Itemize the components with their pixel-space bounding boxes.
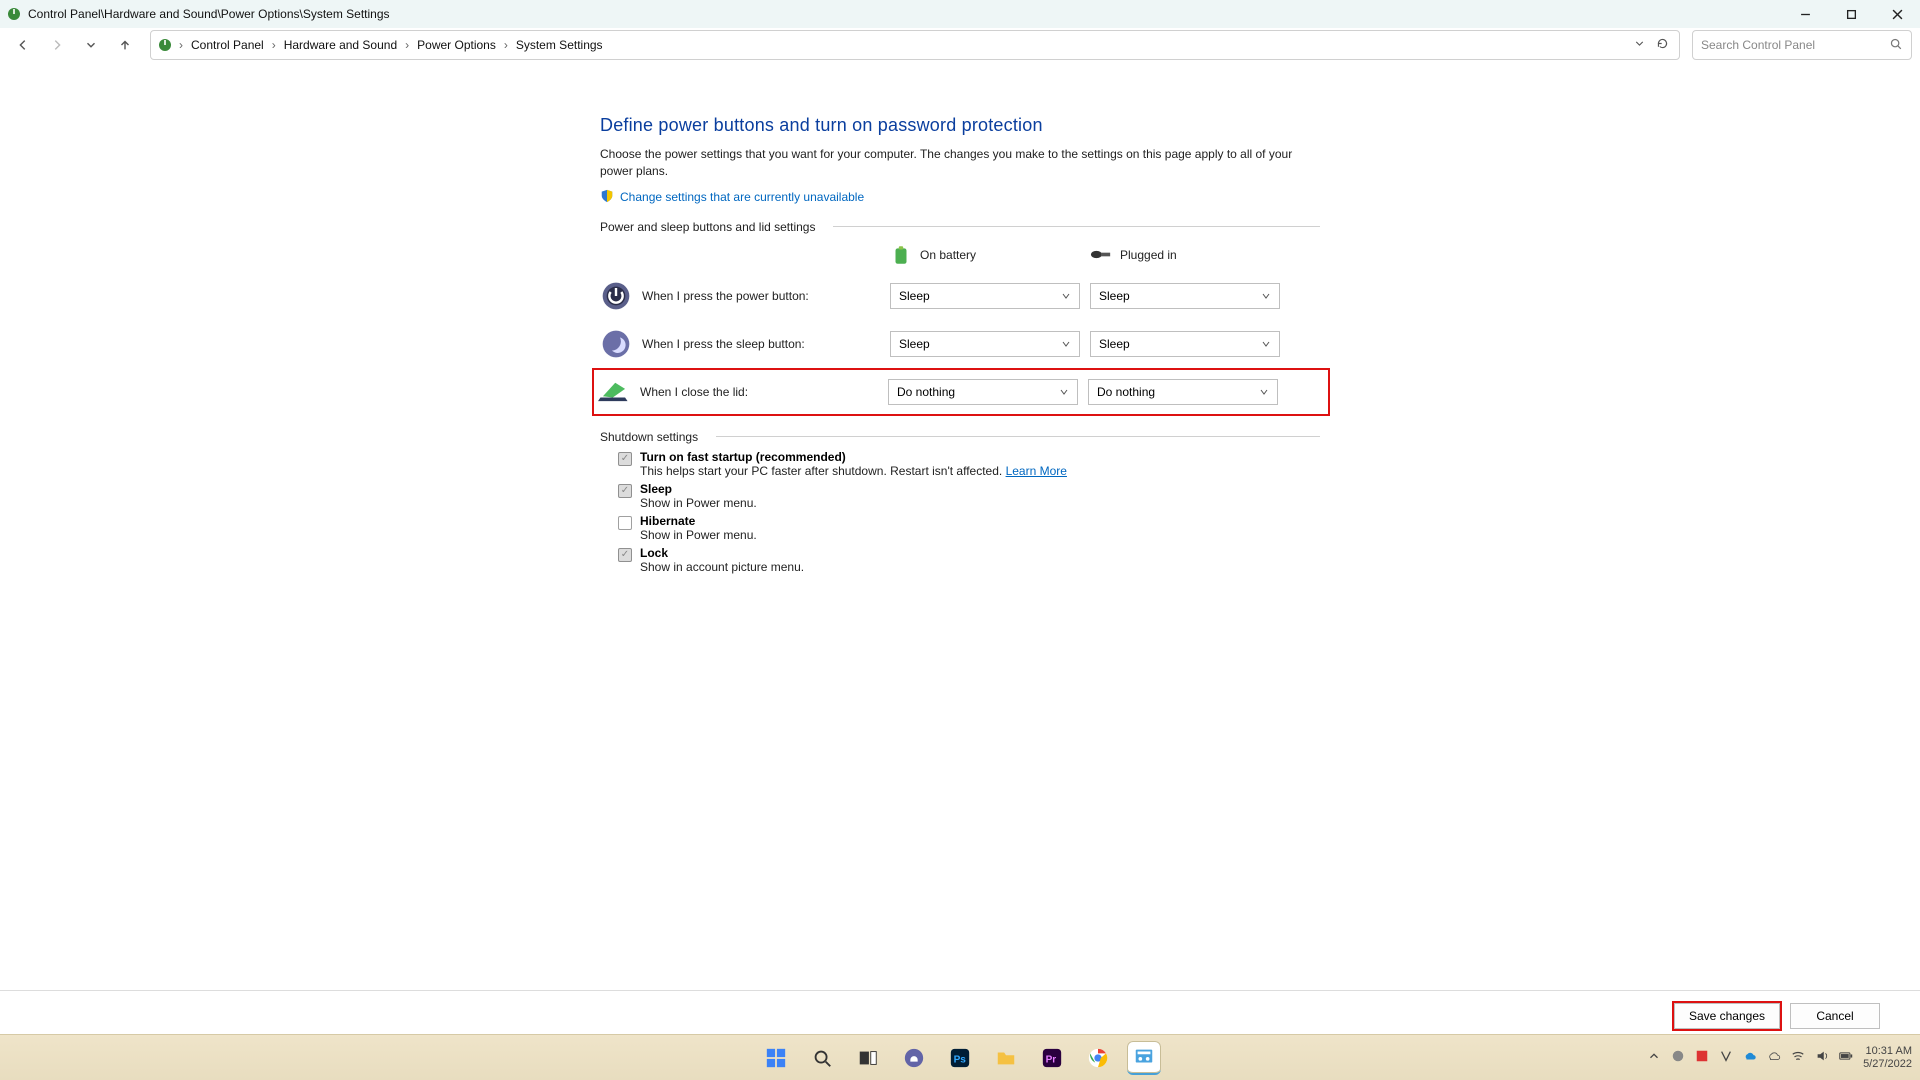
taskbar: Ps Pr 10:31 AM 5/27/2022 xyxy=(0,1034,1920,1080)
svg-text:Pr: Pr xyxy=(1046,1054,1057,1065)
chevron-down-icon[interactable] xyxy=(1633,37,1646,53)
save-button[interactable]: Save changes xyxy=(1674,1003,1780,1029)
control-panel-taskbar-icon[interactable] xyxy=(1127,1041,1161,1075)
power-options-icon xyxy=(6,6,22,22)
taskbar-search-icon[interactable] xyxy=(805,1041,839,1075)
lock-checkbox[interactable]: ✓ xyxy=(618,548,632,562)
fast-startup-checkbox[interactable]: ✓ xyxy=(618,452,632,466)
close-button[interactable] xyxy=(1874,0,1920,28)
chevron-right-icon: › xyxy=(272,38,276,52)
row-close-lid: When I close the lid: Do nothing Do noth… xyxy=(592,368,1330,416)
sleep-title: Sleep xyxy=(640,482,672,496)
hibernate-title: Hibernate xyxy=(640,514,695,528)
close-lid-battery-select[interactable]: Do nothing xyxy=(888,379,1078,405)
option-hibernate: Hibernate Show in Power menu. xyxy=(618,514,1320,542)
forward-button[interactable] xyxy=(42,30,72,60)
system-tray: 10:31 AM 5/27/2022 xyxy=(1647,1045,1912,1069)
laptop-lid-icon xyxy=(598,379,630,404)
breadcrumb-item[interactable]: Control Panel xyxy=(189,38,266,52)
photoshop-icon[interactable]: Ps xyxy=(943,1041,977,1075)
tray-chevron-icon[interactable] xyxy=(1647,1049,1661,1066)
search-input[interactable]: Search Control Panel xyxy=(1692,30,1912,60)
learn-more-link[interactable]: Learn More xyxy=(1006,464,1067,478)
moon-icon xyxy=(600,328,632,360)
sleep-sub: Show in Power menu. xyxy=(640,496,757,510)
window-title: Control Panel\Hardware and Sound\Power O… xyxy=(28,7,390,21)
cancel-button[interactable]: Cancel xyxy=(1790,1003,1880,1029)
row-sleep-button: When I press the sleep button: Sleep Sle… xyxy=(600,320,1320,368)
row-power-button-label: When I press the power button: xyxy=(632,289,890,303)
option-lock: ✓ Lock Show in account picture menu. xyxy=(618,546,1320,574)
premiere-icon[interactable]: Pr xyxy=(1035,1041,1069,1075)
volume-icon[interactable] xyxy=(1815,1049,1829,1066)
navigation-row: › Control Panel › Hardware and Sound › P… xyxy=(0,28,1920,62)
row-sleep-button-label: When I press the sleep button: xyxy=(632,337,890,351)
section-power-label: Power and sleep buttons and lid settings xyxy=(600,220,1320,234)
lock-title: Lock xyxy=(640,546,668,560)
power-button-plugged-select[interactable]: Sleep xyxy=(1090,283,1280,309)
svg-text:Ps: Ps xyxy=(954,1054,967,1065)
page-description: Choose the power settings that you want … xyxy=(600,146,1300,181)
file-explorer-icon[interactable] xyxy=(989,1041,1023,1075)
power-options-icon xyxy=(157,37,173,53)
hibernate-sub: Show in Power menu. xyxy=(640,528,757,542)
breadcrumb-item[interactable]: Power Options xyxy=(415,38,498,52)
tray-app-icon[interactable] xyxy=(1719,1049,1733,1066)
column-battery-label: On battery xyxy=(920,248,976,262)
onedrive-icon[interactable] xyxy=(1743,1049,1757,1066)
option-fast-startup: ✓ Turn on fast startup (recommended) Thi… xyxy=(618,450,1320,478)
chevron-right-icon: › xyxy=(504,38,508,52)
plug-icon xyxy=(1090,244,1112,266)
wifi-icon[interactable] xyxy=(1791,1049,1805,1066)
task-view-icon[interactable] xyxy=(851,1041,885,1075)
teams-icon[interactable] xyxy=(897,1041,931,1075)
power-icon xyxy=(600,280,632,312)
start-button[interactable] xyxy=(759,1041,793,1075)
section-shutdown-label: Shutdown settings xyxy=(600,430,1320,444)
column-plugged: Plugged in xyxy=(1090,244,1290,266)
lock-sub: Show in account picture menu. xyxy=(640,560,804,574)
battery-icon xyxy=(890,244,912,266)
address-bar[interactable]: › Control Panel › Hardware and Sound › P… xyxy=(150,30,1680,60)
breadcrumb-item[interactable]: System Settings xyxy=(514,38,605,52)
sleep-button-battery-select[interactable]: Sleep xyxy=(890,331,1080,357)
chevron-right-icon: › xyxy=(179,38,183,52)
close-lid-plugged-select[interactable]: Do nothing xyxy=(1088,379,1278,405)
maximize-button[interactable] xyxy=(1828,0,1874,28)
row-power-button: When I press the power button: Sleep Sle… xyxy=(600,272,1320,320)
up-button[interactable] xyxy=(110,30,140,60)
back-button[interactable] xyxy=(8,30,38,60)
hibernate-checkbox[interactable] xyxy=(618,516,632,530)
fast-startup-title: Turn on fast startup (recommended) xyxy=(640,450,846,464)
shield-icon xyxy=(600,189,614,206)
recent-locations-button[interactable] xyxy=(76,30,106,60)
search-placeholder: Search Control Panel xyxy=(1701,38,1815,52)
chevron-right-icon: › xyxy=(405,38,409,52)
breadcrumb-item[interactable]: Hardware and Sound xyxy=(282,38,399,52)
tray-clock[interactable]: 10:31 AM 5/27/2022 xyxy=(1863,1045,1912,1069)
sleep-checkbox[interactable]: ✓ xyxy=(618,484,632,498)
footer: Save changes Cancel xyxy=(0,990,1920,1040)
battery-tray-icon[interactable] xyxy=(1839,1049,1853,1066)
power-button-battery-select[interactable]: Sleep xyxy=(890,283,1080,309)
column-headers: On battery Plugged in xyxy=(600,244,1320,266)
row-close-lid-label: When I close the lid: xyxy=(630,385,888,399)
column-plugged-label: Plugged in xyxy=(1120,248,1177,262)
tray-app-icon[interactable] xyxy=(1695,1049,1709,1066)
content-area: Define power buttons and turn on passwor… xyxy=(600,115,1320,574)
column-battery: On battery xyxy=(890,244,1090,266)
unlock-settings-link[interactable]: Change settings that are currently unava… xyxy=(620,190,864,204)
sleep-button-plugged-select[interactable]: Sleep xyxy=(1090,331,1280,357)
minimize-button[interactable] xyxy=(1782,0,1828,28)
option-sleep: ✓ Sleep Show in Power menu. xyxy=(618,482,1320,510)
chrome-icon[interactable] xyxy=(1081,1041,1115,1075)
page-heading: Define power buttons and turn on passwor… xyxy=(600,115,1320,136)
tray-app-icon[interactable] xyxy=(1671,1049,1685,1066)
fast-startup-sub: This helps start your PC faster after sh… xyxy=(640,464,1067,478)
search-icon xyxy=(1889,37,1903,54)
title-bar: Control Panel\Hardware and Sound\Power O… xyxy=(0,0,1920,28)
refresh-icon[interactable] xyxy=(1656,37,1669,53)
cloud-icon[interactable] xyxy=(1767,1049,1781,1066)
